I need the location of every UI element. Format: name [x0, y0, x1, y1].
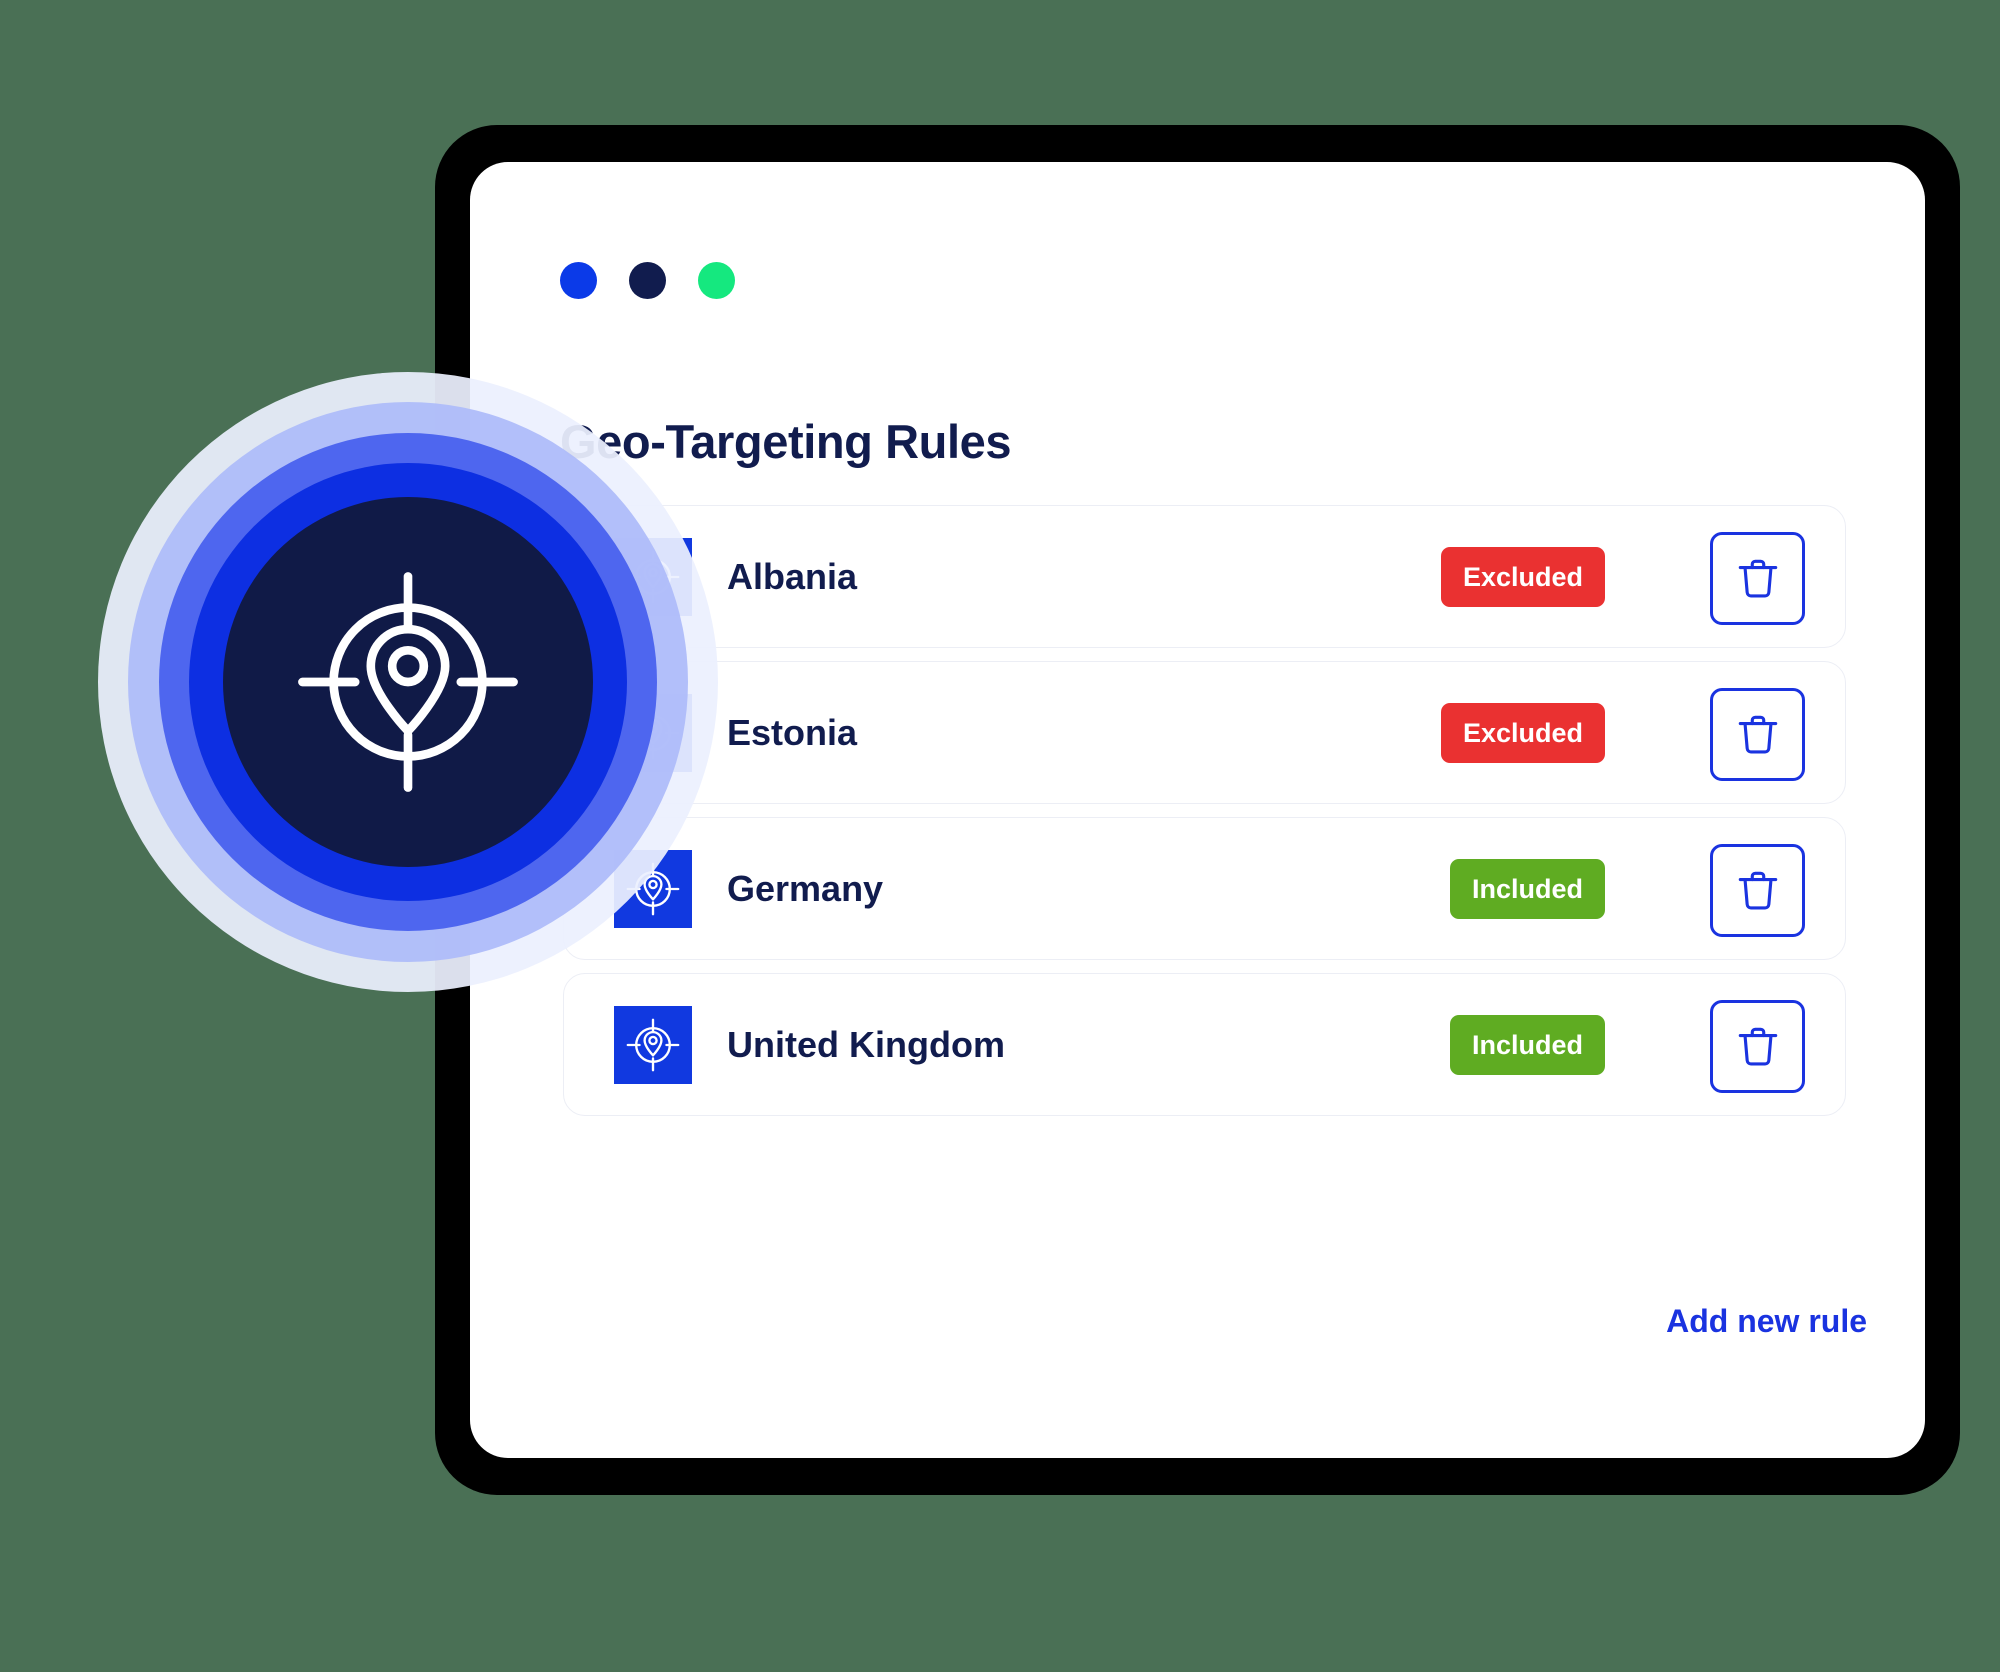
geo-rules-list: Albania Excluded Estonia Excluded Germany Inc…: [563, 505, 1846, 1129]
rule-geo-icon: [614, 694, 692, 772]
geo-target-icon: [626, 706, 680, 760]
window-controls: [560, 262, 735, 299]
status-badge[interactable]: Excluded: [1440, 547, 1605, 607]
status-badge[interactable]: Included: [1449, 859, 1605, 919]
delete-rule-button[interactable]: [1710, 844, 1805, 937]
page-title: Geo-Targeting Rules: [560, 415, 1012, 468]
trash-icon: [1738, 715, 1777, 753]
rule-row[interactable]: Germany Included: [563, 817, 1846, 960]
delete-rule-button[interactable]: [1710, 1000, 1805, 1093]
delete-rule-button[interactable]: [1710, 532, 1805, 625]
rule-row[interactable]: United Kingdom Included: [563, 973, 1846, 1116]
rule-geo-icon: [614, 1006, 692, 1084]
status-badge[interactable]: Included: [1449, 1015, 1605, 1075]
app-window: Geo-Targeting Rules Albania Excluded Eston…: [470, 162, 1925, 1458]
trash-icon: [1738, 871, 1777, 909]
trash-icon: [1738, 1027, 1777, 1065]
rule-geo-icon: [614, 538, 692, 616]
rule-row[interactable]: Estonia Excluded: [563, 661, 1846, 804]
rule-country-label: Germany: [727, 868, 884, 909]
add-new-rule-link[interactable]: Add new rule: [1666, 1303, 1867, 1340]
dot-blue-icon[interactable]: [560, 262, 597, 299]
geo-target-icon: [626, 1018, 680, 1072]
delete-rule-button[interactable]: [1710, 688, 1805, 781]
rule-country-label: United Kingdom: [727, 1024, 1005, 1065]
rule-geo-icon: [614, 850, 692, 928]
status-badge[interactable]: Excluded: [1440, 703, 1605, 763]
dot-green-icon[interactable]: [698, 262, 735, 299]
rule-country-label: Albania: [727, 556, 858, 597]
trash-icon: [1738, 559, 1777, 597]
rule-country-label: Estonia: [727, 712, 858, 753]
geo-target-icon: [626, 862, 680, 916]
geo-target-icon: [626, 550, 680, 604]
dot-navy-icon[interactable]: [629, 262, 666, 299]
rule-row[interactable]: Albania Excluded: [563, 505, 1846, 648]
